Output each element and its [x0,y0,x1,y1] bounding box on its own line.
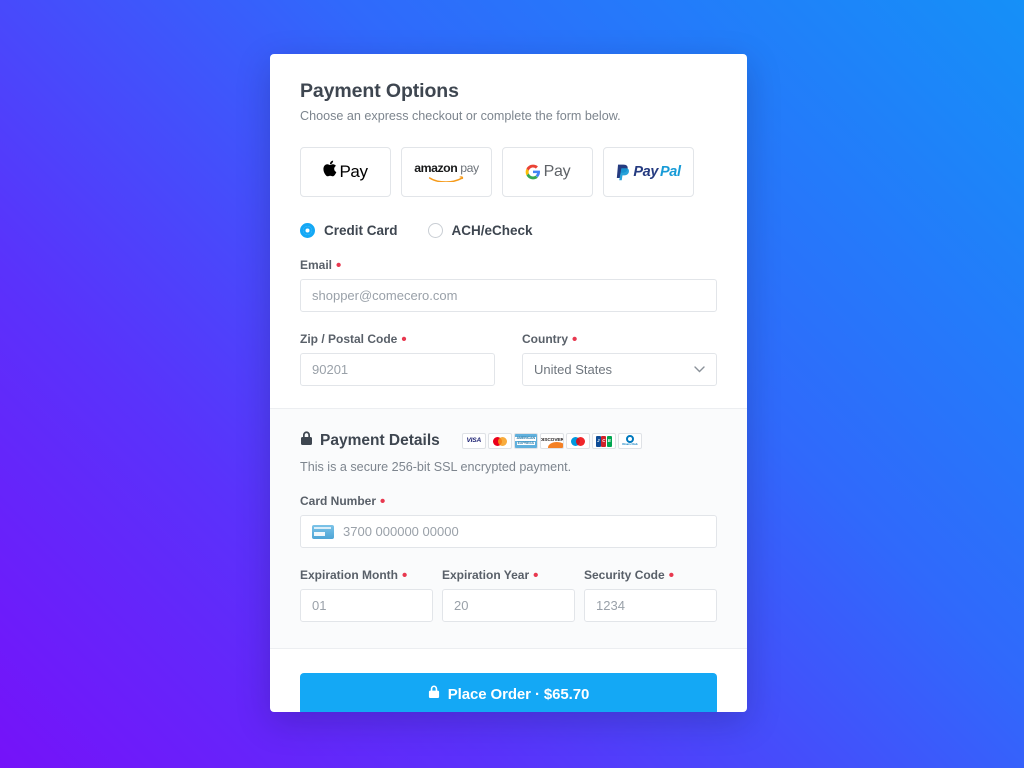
apple-pay-logo: Pay [323,160,368,182]
google-g-icon [525,164,540,180]
expiration-month-field-group: Expiration Month • 01 [300,568,433,622]
country-label-row: Country • [522,330,717,348]
expiration-year-label-row: Expiration Year • [442,566,575,584]
checkout-card: Payment Options Choose an express checko… [270,54,747,712]
radio-credit-card[interactable] [300,223,315,238]
radio-ach-echeck[interactable] [427,223,443,238]
ssl-notice: This is a secure 256-bit SSL encrypted p… [300,460,572,474]
paypal-label-pay: Pay [633,164,659,180]
google-pay-label: Pay [543,163,571,180]
paypal-label-pal: Pal [660,164,681,180]
place-order-button[interactable]: Place Order · $65.70 [300,673,717,712]
radio-option-ach-echeck[interactable]: ACH/eCheck [427,223,533,238]
american-express-icon: AMERICAN EXPRESS [513,433,538,449]
zip-required-mark: • [401,330,407,348]
zip-label-row: Zip / Postal Code • [300,330,495,348]
amazon-pay-logo: amazon pay [414,162,479,182]
zip-country-row: Zip / Postal Code • 90201 Country • Unit… [300,332,717,386]
payment-method-radio-group: Credit Card ACH/eCheck [300,223,717,238]
page-title: Payment Options [300,80,459,102]
amazon-pay-wordmark: amazon pay [414,162,479,174]
expiration-year-label: Expiration Year [442,568,530,582]
security-code-field-group: Security Code • 1234 [584,568,717,622]
paypal-button[interactable]: Pay Pal [603,147,694,197]
payment-details-title: Payment Details [320,432,440,449]
security-code-label: Security Code [584,568,665,582]
accepted-card-brands: VISA AMERICAN EXPRESS DISCOVER JCB Diner… [461,433,642,449]
card-number-field-group: Card Number • 3700 000000 00000 [300,494,717,548]
payment-details-section: Payment Details VISA AMERICAN EXPRESS DI… [270,408,747,649]
visa-icon: VISA [461,433,486,449]
payment-details-title-group: Payment Details [300,431,440,451]
express-checkout-row: Pay amazon pay Pay Pay Pal [300,147,717,197]
zip-label: Zip / Postal Code [300,332,398,346]
credit-card-icon [312,524,334,539]
zip-input[interactable]: 90201 [300,353,495,386]
amazon-word: amazon [414,161,458,176]
page-subtitle: Choose an express checkout or complete t… [300,109,621,123]
expiration-month-label: Expiration Month [300,568,398,582]
security-code-input[interactable]: 1234 [584,589,717,622]
amazon-pay-button[interactable]: amazon pay [401,147,492,197]
discover-icon: DISCOVER [539,433,564,449]
email-label-row: Email • [300,256,717,274]
security-code-label-row: Security Code • [584,566,717,584]
apple-pay-button[interactable]: Pay [300,147,391,197]
country-select[interactable]: United States [522,353,717,386]
maestro-icon [565,433,590,449]
expiry-security-row: Expiration Month • 01 Expiration Year • … [300,568,717,622]
card-number-label: Card Number [300,494,377,508]
card-number-label-row: Card Number • [300,492,717,510]
email-required-mark: • [336,256,342,274]
amazon-smile-icon [429,175,464,182]
place-order-label: Place Order · $65.70 [447,685,590,703]
google-pay-button[interactable]: Pay [502,147,593,197]
chevron-down-icon [694,364,705,376]
diners-club-icon: Diners Club [617,433,642,449]
card-number-placeholder: 3700 000000 00000 [343,524,459,539]
radio-label-ach-echeck: ACH/eCheck [451,223,533,238]
pay-word: pay [460,161,479,176]
email-field-group: Email • shopper@comecero.com [300,258,717,312]
mastercard-icon [487,433,512,449]
expiration-year-field-group: Expiration Year • 20 [442,568,575,622]
country-required-mark: • [572,330,578,348]
card-number-required-mark: • [380,492,386,510]
email-input[interactable]: shopper@comecero.com [300,279,717,312]
payment-details-header: Payment Details VISA AMERICAN EXPRESS DI… [300,431,717,451]
expiration-year-input[interactable]: 20 [442,589,575,622]
place-order-lock-icon [428,685,440,703]
order-footer-section: Place Order · $65.70 [270,649,747,712]
jcb-icon: JCB [591,433,616,449]
payment-options-section: Payment Options Choose an express checko… [270,54,747,408]
radio-option-credit-card[interactable]: Credit Card [300,223,398,238]
country-selected-value: United States [534,362,613,377]
card-number-input[interactable]: 3700 000000 00000 [300,515,717,548]
country-label: Country [522,332,568,346]
email-label: Email [300,258,333,272]
country-field-group: Country • United States [522,332,717,386]
apple-pay-label: Pay [339,162,368,181]
paypal-p-icon [617,164,630,180]
paypal-logo: Pay Pal [616,164,681,181]
apple-logo-icon [323,160,337,181]
radio-label-credit-card: Credit Card [324,223,398,238]
google-pay-logo: Pay [525,163,571,181]
expiration-month-input[interactable]: 01 [300,589,433,622]
expiration-month-label-row: Expiration Month • [300,566,433,584]
security-code-required-mark: • [668,566,674,584]
zip-field-group: Zip / Postal Code • 90201 [300,332,495,386]
lock-icon [300,431,313,451]
expiration-month-required-mark: • [402,566,408,584]
expiration-year-required-mark: • [533,566,539,584]
